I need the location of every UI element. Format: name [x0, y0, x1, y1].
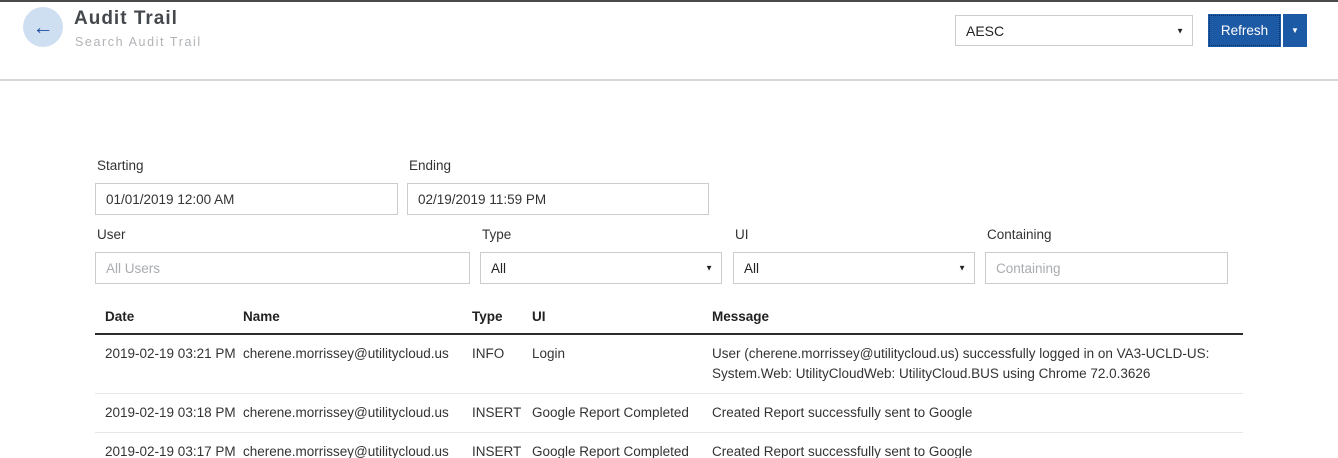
column-header-type: Type: [472, 303, 532, 334]
column-header-message: Message: [712, 303, 1243, 334]
page-subtitle: Search Audit Trail: [75, 35, 202, 49]
ui-select[interactable]: All: [733, 252, 975, 284]
account-select-wrap: AESC ▼: [955, 15, 1193, 46]
cell-name: cherene.morrissey@utilitycloud.us: [243, 334, 472, 394]
column-header-date: Date: [95, 303, 243, 334]
cell-message: Created Report successfully sent to Goog…: [712, 394, 1243, 433]
starting-label: Starting: [97, 158, 144, 173]
chevron-down-icon: ▼: [1291, 26, 1299, 35]
back-button[interactable]: ←: [23, 7, 63, 47]
account-select[interactable]: AESC: [955, 15, 1193, 46]
cell-ui: Login: [532, 334, 712, 394]
cell-ui: Google Report Completed: [532, 433, 712, 458]
cell-type: INSERT: [472, 394, 532, 433]
type-label: Type: [482, 227, 511, 242]
cell-message: User (cherene.morrissey@utilitycloud.us)…: [712, 334, 1243, 394]
audit-trail-table: Date Name Type UI Message 2019-02-19 03:…: [95, 303, 1243, 458]
starting-date-input[interactable]: [95, 183, 398, 215]
cell-type: INSERT: [472, 433, 532, 458]
ui-select-wrap: All ▼: [733, 252, 975, 284]
table-row: 2019-02-19 03:21 PM cherene.morrissey@ut…: [95, 334, 1243, 394]
user-label: User: [97, 227, 126, 242]
ui-label: UI: [735, 227, 749, 242]
column-header-ui: UI: [532, 303, 712, 334]
back-arrow-icon: ←: [33, 17, 54, 38]
cell-type: INFO: [472, 334, 532, 394]
type-select-wrap: All ▼: [480, 252, 722, 284]
refresh-dropdown-button[interactable]: ▼: [1283, 14, 1307, 47]
cell-name: cherene.morrissey@utilitycloud.us: [243, 433, 472, 458]
cell-message: Created Report successfully sent to Goog…: [712, 433, 1243, 458]
ending-label: Ending: [409, 158, 451, 173]
page-header: ← Audit Trail Search Audit Trail AESC ▼ …: [0, 0, 1338, 81]
refresh-button[interactable]: Refresh: [1208, 14, 1281, 47]
table-row: 2019-02-19 03:17 PM cherene.morrissey@ut…: [95, 433, 1243, 458]
cell-name: cherene.morrissey@utilitycloud.us: [243, 394, 472, 433]
cell-date: 2019-02-19 03:18 PM: [95, 394, 243, 433]
user-input[interactable]: [95, 252, 470, 284]
containing-label: Containing: [987, 227, 1052, 242]
containing-input[interactable]: [985, 252, 1228, 284]
ending-date-input[interactable]: [407, 183, 709, 215]
column-header-name: Name: [243, 303, 472, 334]
type-select[interactable]: All: [480, 252, 722, 284]
cell-date: 2019-02-19 03:21 PM: [95, 334, 243, 394]
cell-ui: Google Report Completed: [532, 394, 712, 433]
cell-date: 2019-02-19 03:17 PM: [95, 433, 243, 458]
page-title: Audit Trail: [74, 8, 178, 30]
table-row: 2019-02-19 03:18 PM cherene.morrissey@ut…: [95, 394, 1243, 433]
table-header-row: Date Name Type UI Message: [95, 303, 1243, 334]
